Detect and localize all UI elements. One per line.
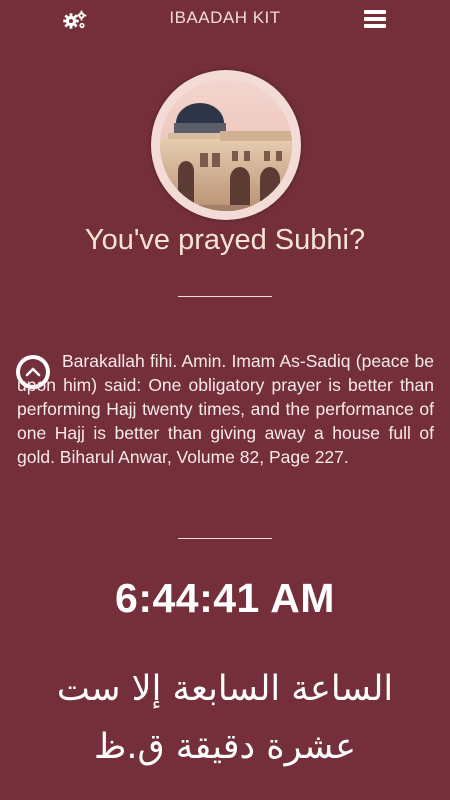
divider-top xyxy=(178,296,272,297)
top-bar: IBAADAH KIT xyxy=(0,0,450,40)
mosque-image-frame xyxy=(151,70,301,220)
prayer-question: You've prayed Subhi? xyxy=(84,224,366,256)
arabic-time-text: الساعة السابعة إلا ست عشرة دقيقة ق.ظ xyxy=(56,669,394,767)
divider-bottom xyxy=(178,538,272,539)
clock-time: 6:44:41 AM xyxy=(115,575,335,621)
hadith-message: Barakallah fihi. Amin. Imam As-Sadiq (pe… xyxy=(17,351,434,467)
hamburger-menu-icon[interactable] xyxy=(364,10,386,30)
mosque-image xyxy=(160,79,292,211)
